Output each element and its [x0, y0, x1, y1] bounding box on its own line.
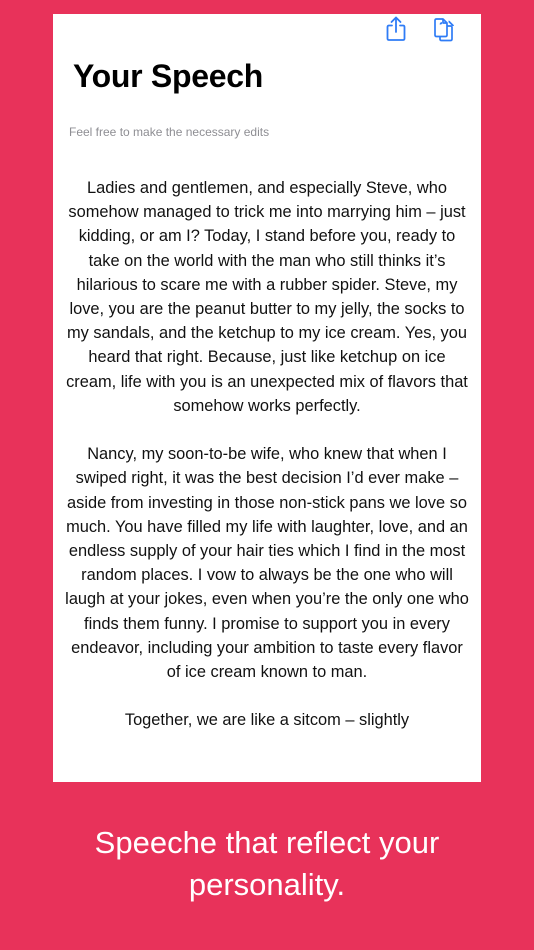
copy-icon [434, 18, 454, 42]
page-subtitle: Feel free to make the necessary edits [69, 125, 270, 139]
promo-caption-text: Speeche that reflect your personality. [94, 825, 440, 902]
copy-button[interactable] [429, 14, 459, 44]
speech-text-editor[interactable]: Ladies and gentlemen, and especially Ste… [65, 176, 469, 757]
share-icon [386, 16, 406, 41]
speech-paragraph: Together, we are like a sitcom – slightl… [124, 711, 410, 730]
page-title: Your Speech [73, 58, 263, 94]
speech-paragraph: Ladies and gentlemen, and especially Ste… [66, 179, 468, 415]
toolbar [361, 14, 481, 54]
speech-screen: Your Speech Feel free to make the necess… [53, 14, 481, 782]
speech-paragraph: Nancy, my soon-to-be wife, who knew that… [65, 445, 469, 682]
share-button[interactable] [381, 14, 411, 44]
promo-caption: Speeche that reflect your personality. [0, 822, 534, 906]
